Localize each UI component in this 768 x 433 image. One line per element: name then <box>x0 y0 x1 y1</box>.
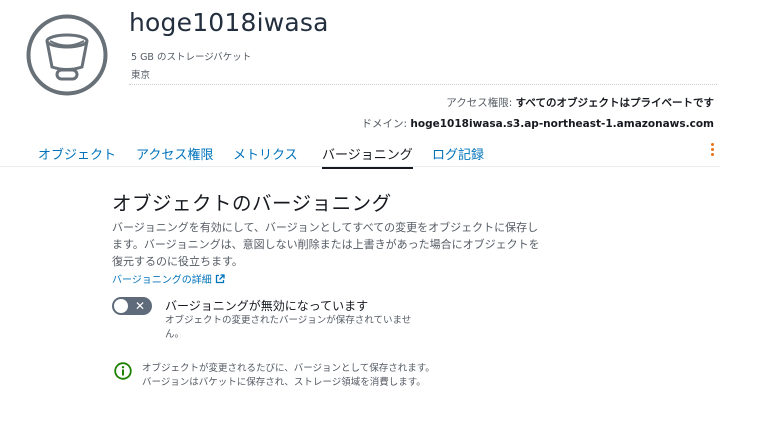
tab-permissions[interactable]: アクセス権限 <box>136 144 213 163</box>
versioning-detail-link[interactable]: バージョニングの詳細 <box>112 271 225 286</box>
info-line-2: バージョンはバケットに保存され、ストレージ領域を消費します。 <box>142 377 426 388</box>
bucket-storage-subtitle: 5 GB のストレージバケット <box>131 52 252 63</box>
tab-bar: オブジェクト アクセス権限 メトリクス バージョニング ログ記録 <box>0 140 720 169</box>
tab-metrics[interactable]: メトリクス <box>233 144 298 163</box>
tab-logging[interactable]: ログ記録 <box>432 144 484 163</box>
domain-value: hoge1018iwasa.s3.ap-northeast-1.amazonaw… <box>410 118 714 130</box>
versioning-description: バージョニングを有効にして、バージョンとしてすべての変更をオブジェクトに保存しま… <box>112 221 540 268</box>
tab-versioning[interactable]: バージョニング <box>322 144 413 169</box>
toggle-status-title: バージョニングが無効になっています <box>165 299 369 313</box>
info-icon <box>114 362 132 380</box>
external-link-icon <box>215 274 225 284</box>
header-divider <box>129 84 717 85</box>
access-label: アクセス権限: <box>446 97 513 109</box>
toggle-status-description: オブジェクトの変更されたバージョンが保存されていません。 <box>165 315 412 340</box>
kebab-icon[interactable] <box>709 143 715 159</box>
bucket-icon <box>26 14 108 96</box>
versioning-toggle[interactable]: ✕ <box>112 297 152 315</box>
domain-label: ドメイン: <box>361 118 408 130</box>
versioning-detail-link-label: バージョニングの詳細 <box>112 275 212 286</box>
bucket-name: hoge1018iwasa <box>129 8 329 37</box>
versioning-title: オブジェクトのバージョニング <box>112 192 392 215</box>
tab-objects[interactable]: オブジェクト <box>38 144 116 163</box>
toggle-knob <box>114 299 128 313</box>
bucket-region: 東京 <box>131 70 151 81</box>
close-icon: ✕ <box>134 299 145 313</box>
info-line-1: オブジェクトが変更されるたびに、バージョンとして保存されます。 <box>142 363 435 374</box>
domain-meta: ドメイン: hoge1018iwasa.s3.ap-northeast-1.am… <box>362 116 714 131</box>
info-message: オブジェクトが変更されるたびに、バージョンとして保存されます。 バージョンはバケ… <box>142 362 435 390</box>
access-meta: アクセス権限: すべてのオブジェクトはプライベートです <box>446 95 714 110</box>
access-value: すべてのオブジェクトはプライベートです <box>515 97 714 109</box>
